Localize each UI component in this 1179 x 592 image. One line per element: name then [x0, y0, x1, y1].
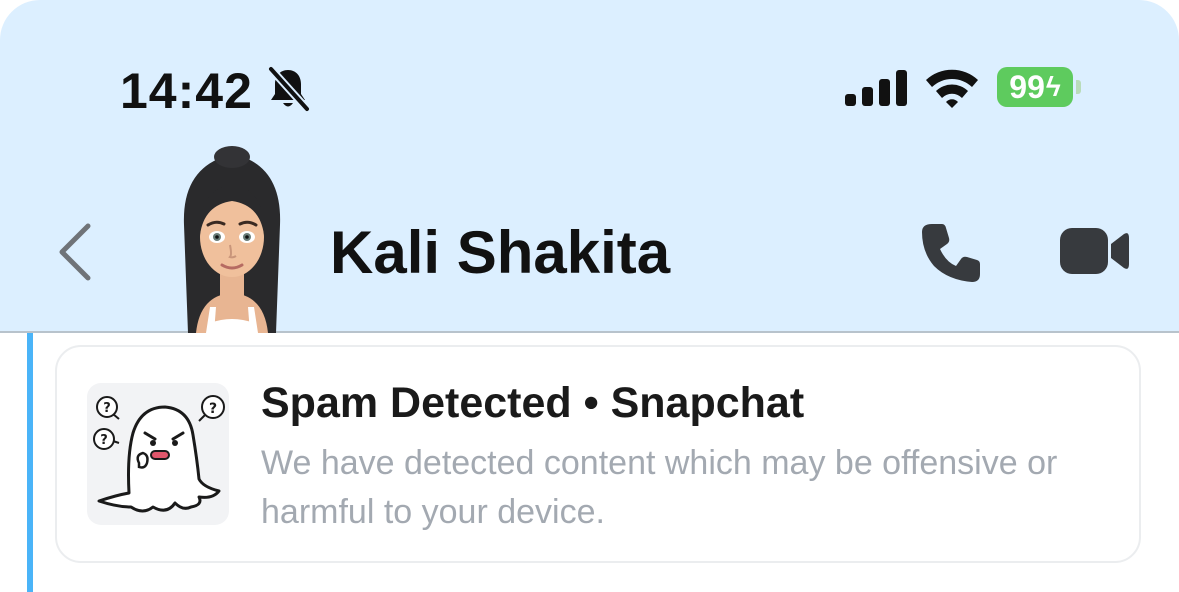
spam-notice-card[interactable]: ? ? ? Spam Detected • Snapchat We have d…	[55, 345, 1141, 563]
contact-name[interactable]: Kali Shakita	[330, 218, 670, 287]
video-camera-icon[interactable]	[1060, 226, 1130, 276]
chevron-left-icon[interactable]	[56, 222, 96, 282]
bell-slash-icon	[267, 66, 310, 112]
chat-screen: 14:42 99 ϟ Kali Shakita ? ? ? Spam Detec…	[0, 0, 1179, 592]
avatar[interactable]	[170, 145, 294, 333]
battery-nub	[1076, 80, 1081, 94]
svg-text:?: ?	[100, 433, 108, 448]
charging-bolt-icon: ϟ	[1045, 71, 1061, 102]
status-time: 14:42	[120, 63, 253, 119]
svg-text:?: ?	[209, 401, 217, 417]
confused-ghost-icon: ? ? ?	[93, 395, 225, 513]
chat-header: 14:42 99 ϟ Kali Shakita	[0, 0, 1179, 333]
phone-icon[interactable]	[918, 220, 984, 286]
notice-body: We have detected content which may be of…	[261, 444, 1058, 531]
svg-text:?: ?	[103, 401, 111, 416]
cellular-signal-icon	[845, 70, 907, 106]
notice-thumbnail: ? ? ?	[87, 383, 229, 525]
wifi-icon	[926, 69, 978, 108]
battery-level: 99	[1009, 68, 1045, 105]
battery-icon: 99 ϟ	[997, 67, 1073, 107]
notice-title: Spam Detected • Snapchat	[261, 379, 805, 427]
message-sender-bar	[27, 333, 33, 592]
